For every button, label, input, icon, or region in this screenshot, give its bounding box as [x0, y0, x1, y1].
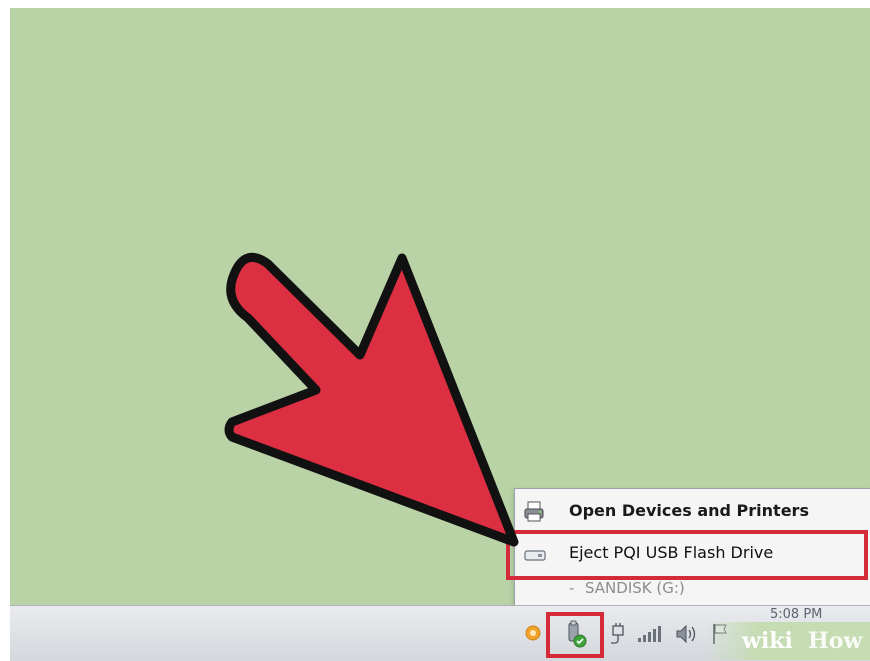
pointer-arrow-icon — [224, 252, 519, 547]
